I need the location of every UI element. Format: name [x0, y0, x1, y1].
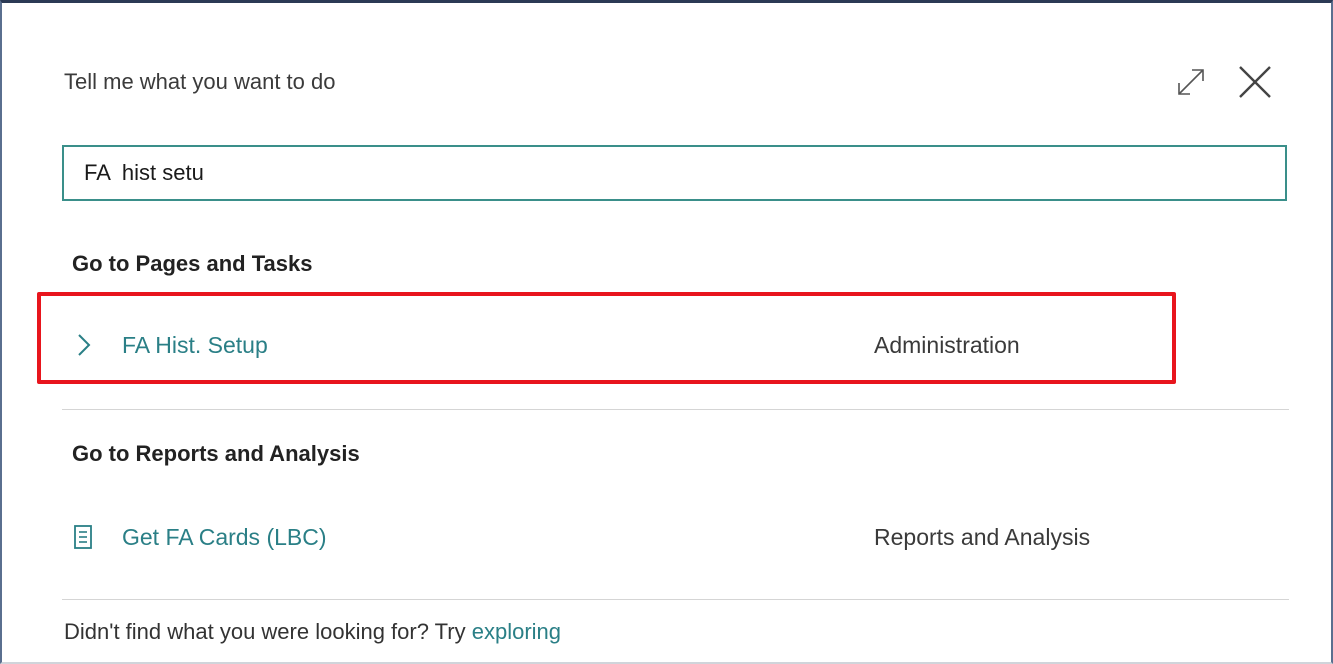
tell-me-dialog: Tell me what you want to do Go to Pages … — [0, 0, 1333, 664]
result-category: Reports and Analysis — [874, 524, 1091, 550]
report-icon — [70, 523, 96, 551]
divider — [62, 599, 1289, 600]
footer-message: Didn't find what you were looking for? T… — [64, 619, 466, 644]
footer-text: Didn't find what you were looking for? T… — [64, 619, 561, 645]
result-item-get-fa-cards[interactable]: Get FA Cards (LBC) Reports and Analysis — [64, 513, 1224, 561]
expand-icon[interactable] — [1174, 65, 1208, 99]
chevron-right-icon — [70, 331, 96, 359]
result-label: FA Hist. Setup — [122, 332, 268, 358]
section-heading-reports-analysis: Go to Reports and Analysis — [72, 441, 360, 466]
section-heading-pages-tasks: Go to Pages and Tasks — [72, 251, 313, 276]
result-category: Administration — [874, 332, 1020, 358]
divider — [62, 409, 1289, 410]
close-icon[interactable] — [1236, 63, 1274, 101]
result-label: Get FA Cards (LBC) — [122, 524, 327, 550]
search-input[interactable] — [62, 145, 1287, 201]
result-item-fa-hist-setup[interactable]: FA Hist. Setup Administration — [64, 321, 1224, 369]
exploring-link[interactable]: exploring — [472, 619, 561, 644]
dialog-title: Tell me what you want to do — [64, 69, 336, 94]
